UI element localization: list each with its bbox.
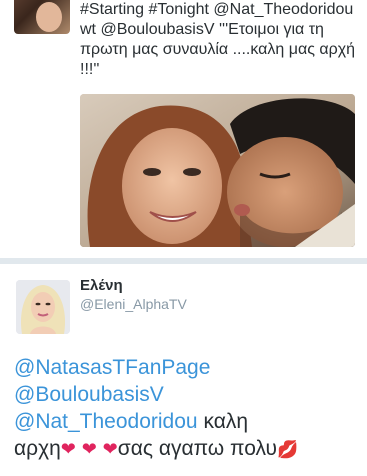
- mention-link[interactable]: @BouloubasisV: [14, 383, 164, 406]
- mention-link[interactable]: @Nat_Theodoridou: [14, 410, 198, 433]
- tweet-line-3: @Nat_Theodoridou καλη: [14, 408, 364, 435]
- display-name[interactable]: Ελένη: [80, 277, 123, 294]
- heart-icon: ❤: [102, 439, 118, 459]
- avatar-image: [16, 280, 70, 334]
- mention-link[interactable]: @NatasasTFanPage: [14, 356, 210, 379]
- tweet-line-4: αρχη❤ ❤ ❤σας αγαπω πολυ💋: [14, 435, 364, 463]
- username[interactable]: @Eleni_AlphaTV: [80, 296, 187, 312]
- heart-icon: ❤: [81, 439, 97, 459]
- tweet-text: #Starting #Tonight @Nat_Theodoridou wt @…: [80, 1, 356, 78]
- tweet-text-fragment: αρχη: [14, 437, 61, 460]
- photo-image: [80, 94, 355, 247]
- avatar[interactable]: [14, 0, 70, 34]
- tweet-text-fragment: καλη: [197, 410, 249, 433]
- tweet-line-2: @BouloubasisV: [14, 381, 364, 408]
- tweet-line-1: @NatasasTFanPage: [14, 354, 364, 381]
- avatar[interactable]: [16, 280, 70, 334]
- tweet-card[interactable]: Ελένη @Eleni_AlphaTV @NatasasTFanPage @B…: [0, 264, 367, 476]
- tweet-card-previous[interactable]: #Starting #Tonight @Nat_Theodoridou wt @…: [0, 0, 367, 258]
- lips-icon: 💋: [276, 440, 299, 459]
- tweet-text-fragment: σας αγαπω πολυ: [117, 437, 277, 460]
- heart-icon: ❤: [60, 439, 76, 459]
- tweet-photo[interactable]: [80, 94, 355, 247]
- tweet-text: @NatasasTFanPage @BouloubasisV @Nat_Theo…: [14, 354, 364, 463]
- avatar-face: [36, 2, 62, 32]
